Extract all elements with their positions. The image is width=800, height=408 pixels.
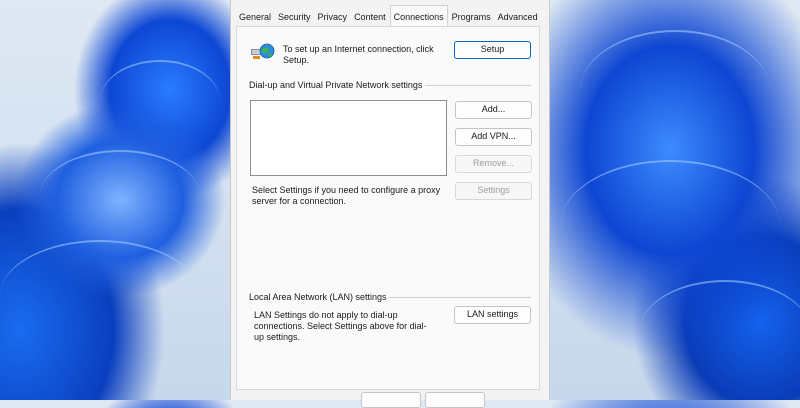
wallpaper-petal [560,160,780,292]
wallpaper-petal [40,150,200,242]
tab-privacy[interactable]: Privacy [315,7,351,26]
section-divider [389,296,531,298]
tab-general[interactable]: General [236,7,274,26]
wallpaper-petal [580,30,770,152]
lan-heading-label: Local Area Network (LAN) settings [249,292,387,302]
tab-advanced[interactable]: Advanced [495,7,541,26]
network-globe-icon [250,41,276,63]
remove-button[interactable]: Remove... [455,155,532,173]
setup-description: To set up an Internet connection, click … [283,44,434,65]
dialog-footer-button[interactable] [361,392,421,408]
tab-security[interactable]: Security [275,7,314,26]
lan-settings-button[interactable]: LAN settings [454,306,531,324]
internet-properties-dialog: General Security Privacy Content Connect… [230,0,550,408]
tab-connections[interactable]: Connections [389,5,448,26]
dialog-footer-button[interactable] [425,392,485,408]
tab-programs[interactable]: Programs [449,7,494,26]
tab-content[interactable]: Content [351,7,389,26]
wallpaper-petal [640,280,800,382]
wallpaper-petal [100,60,220,142]
add-button[interactable]: Add... [455,101,532,119]
tab-strip: General Security Privacy Content Connect… [236,5,542,26]
lan-section-heading: Local Area Network (LAN) settings [249,292,531,302]
proxy-settings-description: Select Settings if you need to configure… [252,185,441,206]
lan-description: LAN Settings do not apply to dial-up con… [254,310,427,342]
connections-panel: To set up an Internet connection, click … [236,26,540,390]
section-divider [425,84,531,86]
dialup-vpn-heading-label: Dial-up and Virtual Private Network sett… [249,80,423,90]
connections-listbox[interactable] [250,100,447,176]
wallpaper-petal [0,240,200,352]
add-vpn-button[interactable]: Add VPN... [455,128,532,146]
setup-button[interactable]: Setup [454,41,531,59]
settings-button[interactable]: Settings [455,182,532,200]
dialup-vpn-section-heading: Dial-up and Virtual Private Network sett… [249,80,531,90]
